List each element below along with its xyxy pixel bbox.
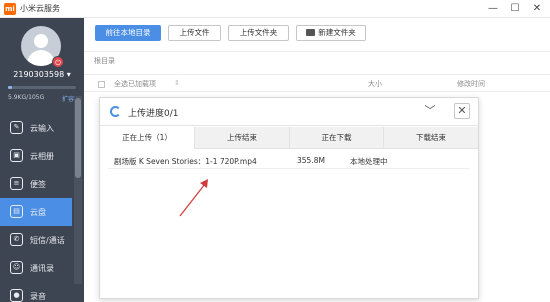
- annotation-arrow-head: [200, 179, 208, 188]
- annotation-arrow: [179, 179, 208, 217]
- annotation-arrow-line: [179, 183, 206, 217]
